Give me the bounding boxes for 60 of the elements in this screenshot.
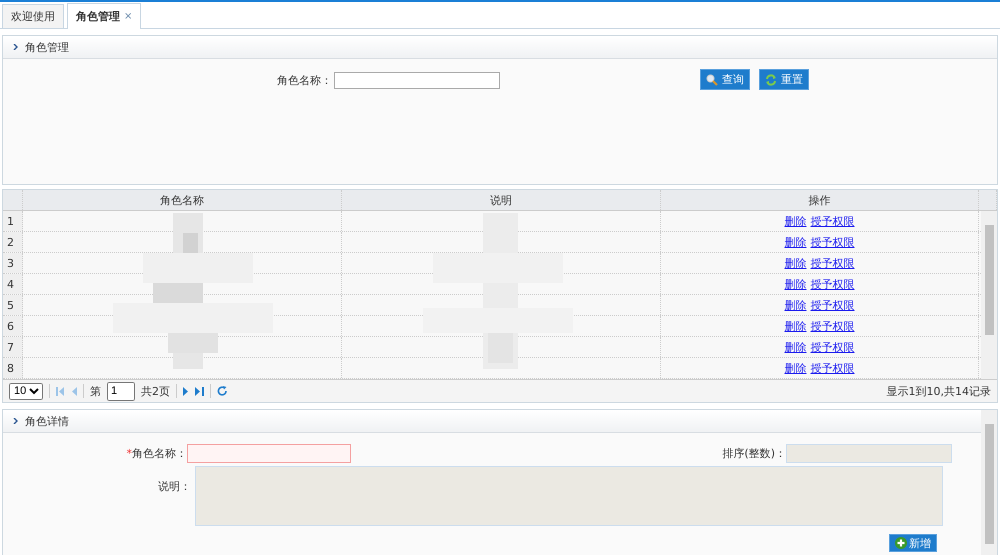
next-page-icon[interactable] (183, 386, 189, 396)
reset-button[interactable]: 重置 (759, 69, 809, 90)
page-field[interactable]: 1 (107, 382, 135, 400)
action-link[interactable]: 删除 (784, 214, 806, 228)
action-link[interactable]: 授予权限 (810, 234, 854, 250)
add-button[interactable]: 新增 (889, 534, 937, 552)
row-number: 2 (3, 232, 23, 252)
action-link[interactable]: 删除 (784, 256, 806, 270)
record-summary: 显示1到10,共14记录 (886, 384, 991, 398)
panel-title: 角色管理 (25, 40, 69, 54)
action-link[interactable]: 删除 (784, 340, 806, 354)
scrollbar[interactable] (981, 211, 997, 379)
order-field[interactable] (786, 444, 952, 463)
column-header: 说明 (342, 190, 661, 210)
previous-page-icon[interactable] (71, 386, 77, 396)
action-link[interactable]: 删除 (784, 318, 806, 334)
row-number: 6 (3, 316, 23, 336)
field-label: 排序(整数)： (721, 446, 786, 461)
scrollbar[interactable] (981, 410, 997, 555)
action-link[interactable]: 授予权限 (810, 340, 854, 354)
close-icon[interactable]: × (124, 11, 132, 22)
action-link[interactable]: 授予权限 (810, 214, 854, 228)
chevron-icon (13, 44, 18, 50)
description-field[interactable] (195, 466, 943, 526)
role-name-field[interactable] (187, 444, 351, 463)
refresh-icon[interactable] (217, 386, 227, 396)
row-number: 4 (3, 274, 23, 294)
row-number: 3 (3, 253, 23, 273)
tab[interactable]: 欢迎使用 (2, 4, 64, 28)
action-link[interactable]: 删除 (784, 298, 806, 312)
row-number: 1 (3, 211, 23, 231)
row-number: 7 (3, 337, 23, 357)
action-link[interactable]: 授予权限 (810, 256, 854, 270)
search-icon (706, 74, 718, 86)
field-label: 说明： (157, 479, 191, 494)
refresh-icon (765, 74, 777, 86)
action-link[interactable]: 删除 (784, 234, 806, 250)
search-button[interactable]: 查询 (700, 69, 750, 90)
action-link[interactable]: 删除 (784, 360, 806, 376)
plus-icon (895, 537, 907, 549)
page-label: 第 (90, 384, 101, 398)
column-header: 操作 (661, 190, 979, 210)
chevron-icon (13, 418, 18, 424)
tab[interactable]: 角色管理 × (67, 3, 142, 29)
action-link[interactable]: 授予权限 (810, 318, 854, 334)
column-header: 角色名称 (23, 190, 342, 210)
action-link[interactable]: 授予权限 (810, 276, 854, 292)
field-label: 角色名称： (277, 72, 332, 88)
field-label: *角色名称： (126, 446, 187, 461)
role-name-field[interactable] (334, 72, 500, 88)
first-page-icon[interactable] (56, 386, 65, 396)
row-number: 5 (3, 295, 23, 315)
panel-title: 角色详情 (25, 414, 69, 428)
row-number: 8 (3, 358, 23, 378)
action-link[interactable]: 删除 (784, 276, 806, 292)
last-page-icon[interactable] (195, 386, 204, 396)
action-link[interactable]: 授予权限 (810, 360, 854, 376)
page-size-select[interactable]: 10 (9, 382, 43, 400)
action-link[interactable]: 授予权限 (810, 298, 854, 312)
page-total: 共2页 (141, 384, 170, 398)
